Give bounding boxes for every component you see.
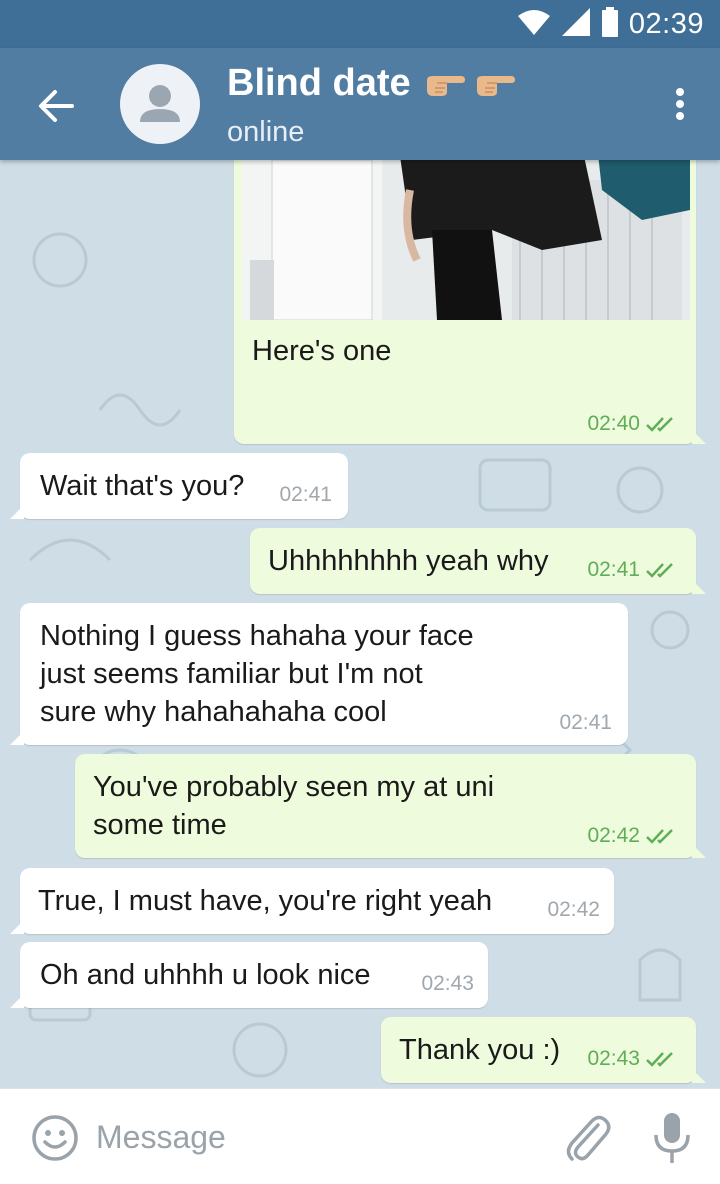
message-meta: 02:41 [559,711,612,735]
photo-caption: Here's one [252,335,392,367]
message-text: True, I must have, you're right yeah [38,885,493,917]
battery-icon [601,6,619,42]
message-text: Oh and uhhhh u look nice [40,959,371,991]
message-time: 02:41 [279,483,332,506]
arrow-left-icon [39,90,74,122]
message-time: 02:43 [421,972,474,995]
double-check-icon [646,563,673,578]
message-text: Thank you :) [399,1034,561,1066]
message-bubble-outgoing[interactable]: Thank you :) 02:43 [381,1017,706,1083]
voice-record-button[interactable] [650,1111,694,1165]
chat-status: online [227,116,305,148]
message-text: Wait that's you? [40,470,245,502]
chat-title[interactable]: Blind date [227,62,515,105]
status-icons: 02:39 [517,6,704,42]
back-button[interactable] [28,78,84,134]
message-time: 02:42 [587,824,640,847]
message-text: Nothing I guess hahaha your face just se… [40,620,474,728]
more-vertical-icon [676,88,684,96]
chat-title-text: Blind date [227,62,411,104]
double-check-icon [646,417,673,432]
message-time: 02:41 [559,711,612,734]
chat-header: Blind date online [0,48,720,160]
attach-button[interactable] [562,1111,612,1165]
message-bubble-outgoing[interactable]: Here's one 02:40 [234,160,706,444]
message-bubble-outgoing[interactable]: You've probably seen my at uni some time… [75,754,706,858]
wifi-icon [517,8,551,41]
signal-icon [561,7,591,42]
message-time: 02:41 [587,558,640,581]
more-options-button[interactable] [662,84,698,124]
photo-image [242,160,690,320]
message-bubble-incoming[interactable]: True, I must have, you're right yeah 02:… [10,868,614,934]
emoji-icon [32,1115,78,1161]
message-meta: 02:43 [421,972,474,996]
pointing-right-hand-emoji-icon [476,75,515,96]
status-bar: 02:39 [0,0,720,48]
chat-area[interactable]: Here's one 02:40 Wait that's you? 02:41 … [0,160,720,1088]
emoji-button[interactable] [30,1113,80,1163]
message-bubble-incoming[interactable]: Oh and uhhhh u look nice 02:43 [10,942,488,1008]
message-time: 02:43 [587,1047,640,1070]
double-check-icon [646,1052,673,1067]
user-avatar-icon [140,85,180,122]
title-emoji-group [423,70,515,98]
message-input-bar [0,1088,720,1184]
message-meta: 02:42 [587,824,678,848]
message-meta: 02:43 [587,1047,678,1071]
message-bubble-incoming[interactable]: Nothing I guess hahaha your face just se… [10,603,628,745]
message-meta: 02:40 [587,412,678,436]
message-meta: 02:41 [279,483,332,507]
message-meta: 02:42 [547,898,600,922]
message-meta: 02:41 [587,558,678,582]
pointing-right-hand-emoji-icon [426,75,465,96]
message-input[interactable] [96,1115,536,1159]
microphone-icon [654,1113,690,1163]
message-photo[interactable] [242,160,690,320]
paperclip-icon [566,1115,611,1161]
message-time: 02:40 [587,412,640,435]
message-text: You've probably seen my at uni some time [93,771,495,841]
message-bubble-incoming[interactable]: Wait that's you? 02:41 [10,453,348,519]
contact-avatar[interactable] [120,64,200,144]
message-text: Uhhhhhhhh yeah why [268,545,549,577]
message-bubble-outgoing[interactable]: Uhhhhhhhh yeah why 02:41 [250,528,706,594]
double-check-icon [646,829,673,844]
status-time: 02:39 [628,7,704,40]
message-time: 02:42 [547,898,600,921]
